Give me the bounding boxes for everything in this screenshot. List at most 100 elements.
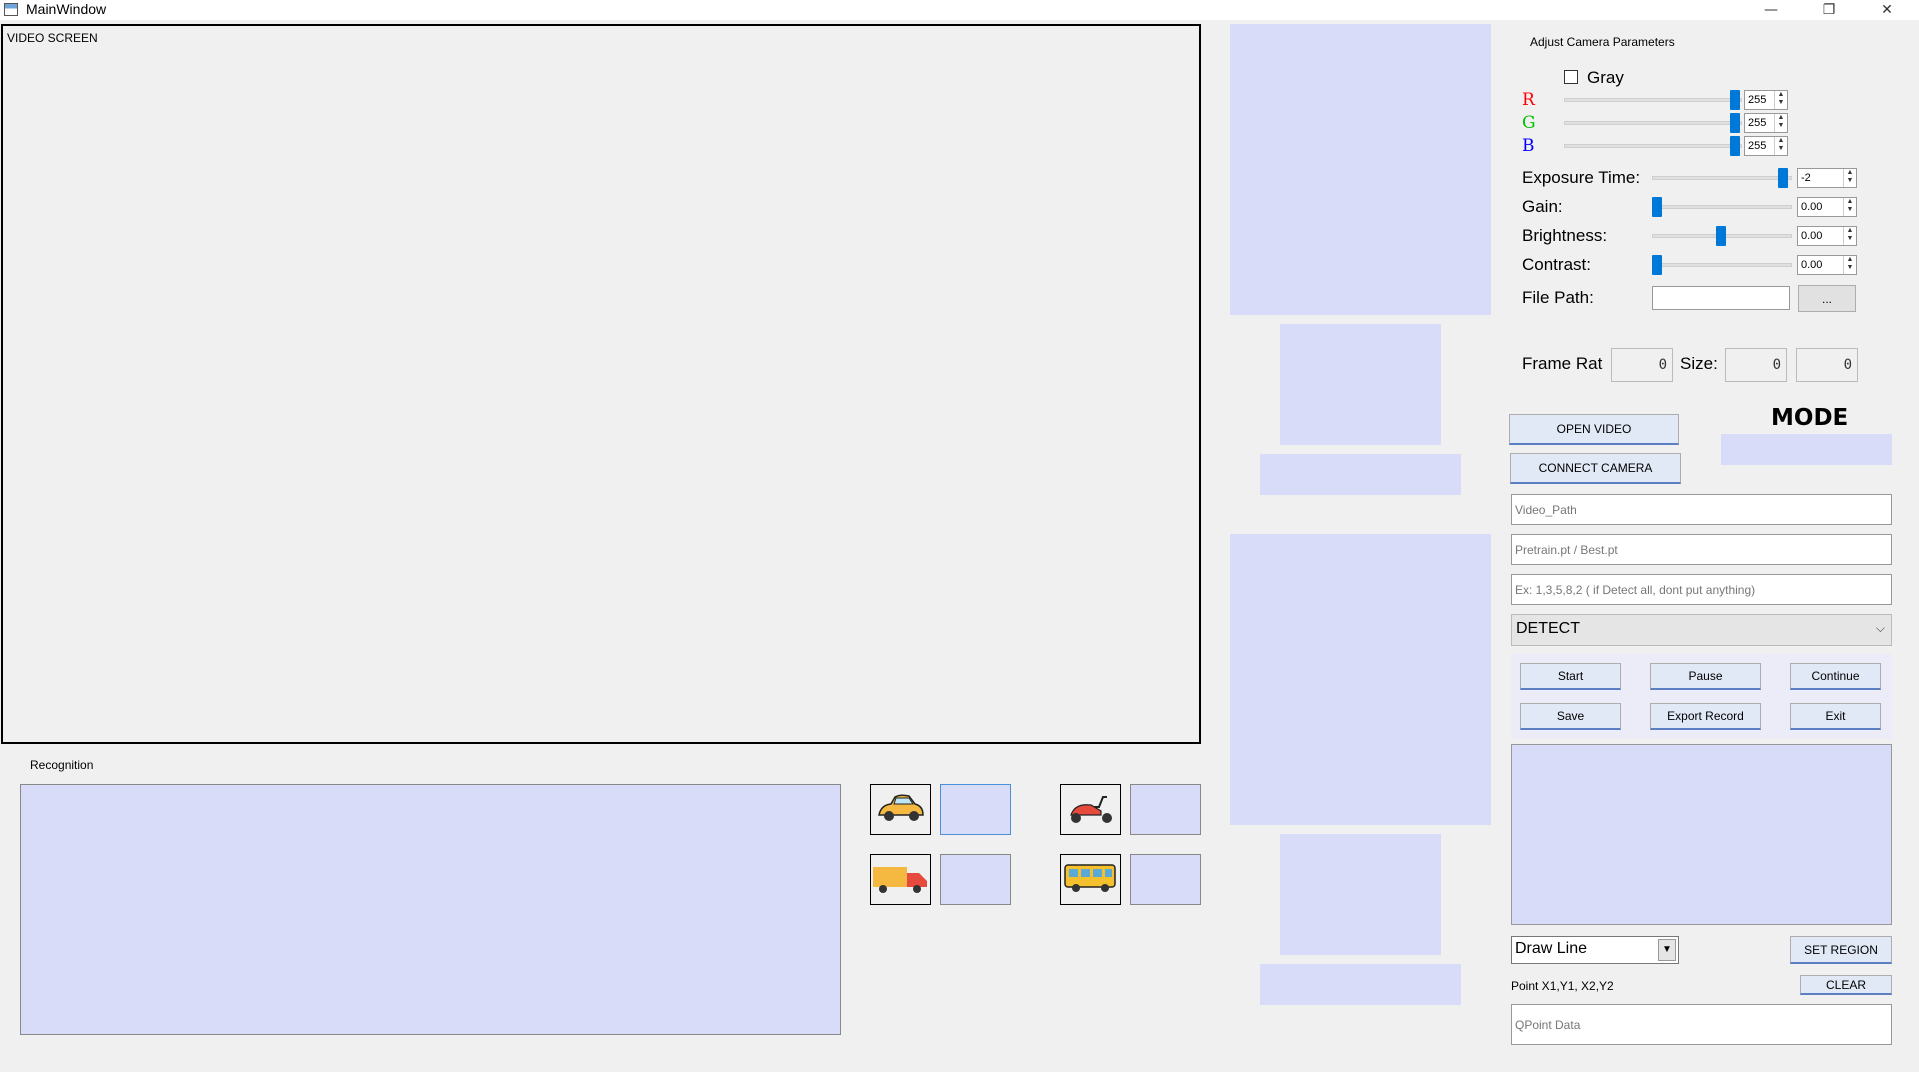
detect-select-value: DETECT xyxy=(1516,620,1580,637)
detect-select[interactable]: DETECT ⌵ xyxy=(1511,614,1892,646)
spin-arrows-icon: ▲ ▼ xyxy=(1843,169,1856,187)
save-button[interactable]: Save xyxy=(1520,703,1621,730)
b-spinbox[interactable]: 255 ▲ ▼ xyxy=(1744,136,1788,156)
bus-icon xyxy=(1064,864,1116,892)
framerate-label: Frame Rat xyxy=(1522,354,1603,373)
gray-label: Gray xyxy=(1587,68,1624,87)
app-icon xyxy=(4,3,18,16)
camera-params-heading: Adjust Camera Parameters xyxy=(1530,35,1675,49)
exposure-slider-handle[interactable] xyxy=(1778,168,1788,188)
classes-input[interactable]: Ex: 1,3,5,8,2 ( if Detect all, dont put … xyxy=(1511,574,1892,605)
brightness-slider-handle[interactable] xyxy=(1716,226,1726,246)
r-label: R xyxy=(1522,90,1535,110)
video-screen-label: VIDEO SCREEN xyxy=(7,31,98,45)
clear-button[interactable]: CLEAR xyxy=(1800,975,1892,995)
restore-button[interactable]: ❐ xyxy=(1806,0,1852,20)
log-panel xyxy=(1511,744,1892,925)
spin-arrows-icon: ▲ ▼ xyxy=(1843,227,1856,245)
close-icon: ✕ xyxy=(1881,2,1893,18)
scooter-count-box xyxy=(1130,784,1201,835)
continue-button[interactable]: Continue xyxy=(1790,663,1881,690)
chevron-down-icon: ⌵ xyxy=(1875,621,1885,635)
exposure-slider-track[interactable] xyxy=(1652,176,1792,180)
b-slider-handle[interactable] xyxy=(1730,136,1740,156)
filepath-label: File Path: xyxy=(1522,288,1594,307)
gain-slider-track[interactable] xyxy=(1652,205,1792,209)
draw-mode-value: Draw Line xyxy=(1515,940,1588,957)
window-title: MainWindow xyxy=(26,1,107,17)
brightness-value: 0.00 xyxy=(1801,230,1823,242)
g-spinbox[interactable]: 255 ▲ ▼ xyxy=(1744,113,1788,133)
mode-display xyxy=(1721,434,1892,465)
preview-panel-bottom xyxy=(1230,534,1491,825)
minimize-button[interactable]: — xyxy=(1748,0,1794,20)
title-bar: MainWindow — ❐ ✕ xyxy=(0,0,1919,20)
video-screen: VIDEO SCREEN xyxy=(1,24,1201,744)
preview-panel-top-small xyxy=(1280,324,1441,445)
scooter-icon xyxy=(1070,796,1112,823)
size-height-lcd: 0 xyxy=(1796,348,1858,382)
framerate-lcd: 0 xyxy=(1611,348,1673,382)
gain-label: Gain: xyxy=(1522,197,1563,216)
preview-panel-top-strip xyxy=(1260,454,1461,495)
set-region-button[interactable]: SET REGION xyxy=(1790,936,1892,964)
truck-icon-box xyxy=(870,854,931,905)
contrast-spinbox[interactable]: 0.00 ▲ ▼ xyxy=(1797,255,1857,275)
gain-spinbox[interactable]: 0.00 ▲ ▼ xyxy=(1797,197,1857,217)
brightness-label: Brightness: xyxy=(1522,226,1608,245)
exit-button[interactable]: Exit xyxy=(1790,703,1881,730)
browse-button[interactable]: ... xyxy=(1798,285,1856,312)
export-record-button[interactable]: Export Record xyxy=(1650,703,1761,730)
spin-arrows-icon: ▲ ▼ xyxy=(1774,91,1787,109)
contrast-label: Contrast: xyxy=(1522,255,1591,274)
r-slider-handle[interactable] xyxy=(1730,90,1740,110)
exposure-label: Exposure Time: xyxy=(1522,168,1641,187)
dropdown-arrow-icon: ▼ xyxy=(1658,939,1676,961)
spin-arrows-icon: ▲ ▼ xyxy=(1774,114,1787,132)
r-slider-track[interactable] xyxy=(1564,98,1742,102)
car-icon-box xyxy=(870,784,931,835)
spin-arrows-icon: ▲ ▼ xyxy=(1843,256,1856,274)
b-value: 255 xyxy=(1748,140,1767,152)
r-spinbox[interactable]: 255 ▲ ▼ xyxy=(1744,90,1788,110)
gain-value: 0.00 xyxy=(1801,201,1823,213)
contrast-slider-handle[interactable] xyxy=(1652,255,1662,275)
video-path-input[interactable]: Video_Path xyxy=(1511,494,1892,525)
open-video-button[interactable]: OPEN VIDEO xyxy=(1509,414,1679,445)
preview-panel-bottom-strip xyxy=(1260,964,1461,1005)
contrast-value: 0.00 xyxy=(1801,259,1823,271)
b-slider-track[interactable] xyxy=(1564,144,1742,148)
g-slider-handle[interactable] xyxy=(1730,113,1740,133)
recognition-label: Recognition xyxy=(30,758,94,772)
bus-count-box xyxy=(1130,854,1201,905)
draw-mode-select[interactable]: Draw Line ▼ xyxy=(1511,936,1679,964)
truck-count-box xyxy=(940,854,1011,905)
g-value: 255 xyxy=(1748,117,1767,129)
exposure-spinbox[interactable]: -2 ▲ ▼ xyxy=(1797,168,1857,188)
brightness-spinbox[interactable]: 0.00 ▲ ▼ xyxy=(1797,226,1857,246)
model-path-input[interactable]: Pretrain.pt / Best.pt xyxy=(1511,534,1892,565)
gray-checkbox[interactable] xyxy=(1564,70,1578,84)
qpoint-data-input[interactable]: QPoint Data xyxy=(1511,1004,1892,1045)
close-button[interactable]: ✕ xyxy=(1864,0,1910,20)
exposure-value: -2 xyxy=(1801,172,1811,184)
mode-label: MODE xyxy=(1771,405,1849,431)
preview-panel-top xyxy=(1230,24,1491,315)
g-slider-track[interactable] xyxy=(1564,121,1742,125)
spin-arrows-icon: ▲ ▼ xyxy=(1843,198,1856,216)
g-label: G xyxy=(1522,113,1536,133)
preview-panel-bottom-small xyxy=(1280,834,1441,955)
connect-camera-button[interactable]: CONNECT CAMERA xyxy=(1510,453,1681,484)
truck-icon xyxy=(873,867,927,893)
gain-slider-handle[interactable] xyxy=(1652,197,1662,217)
size-width-lcd: 0 xyxy=(1725,348,1787,382)
spin-arrows-icon: ▲ ▼ xyxy=(1774,137,1787,155)
start-button[interactable]: Start xyxy=(1520,663,1621,690)
filepath-input[interactable] xyxy=(1652,286,1790,310)
bus-icon-box xyxy=(1060,854,1121,905)
contrast-slider-track[interactable] xyxy=(1652,263,1792,267)
minimize-icon: — xyxy=(1764,2,1778,18)
recognition-panel xyxy=(20,784,841,1035)
pause-button[interactable]: Pause xyxy=(1650,663,1761,690)
scooter-icon-box xyxy=(1060,784,1121,835)
